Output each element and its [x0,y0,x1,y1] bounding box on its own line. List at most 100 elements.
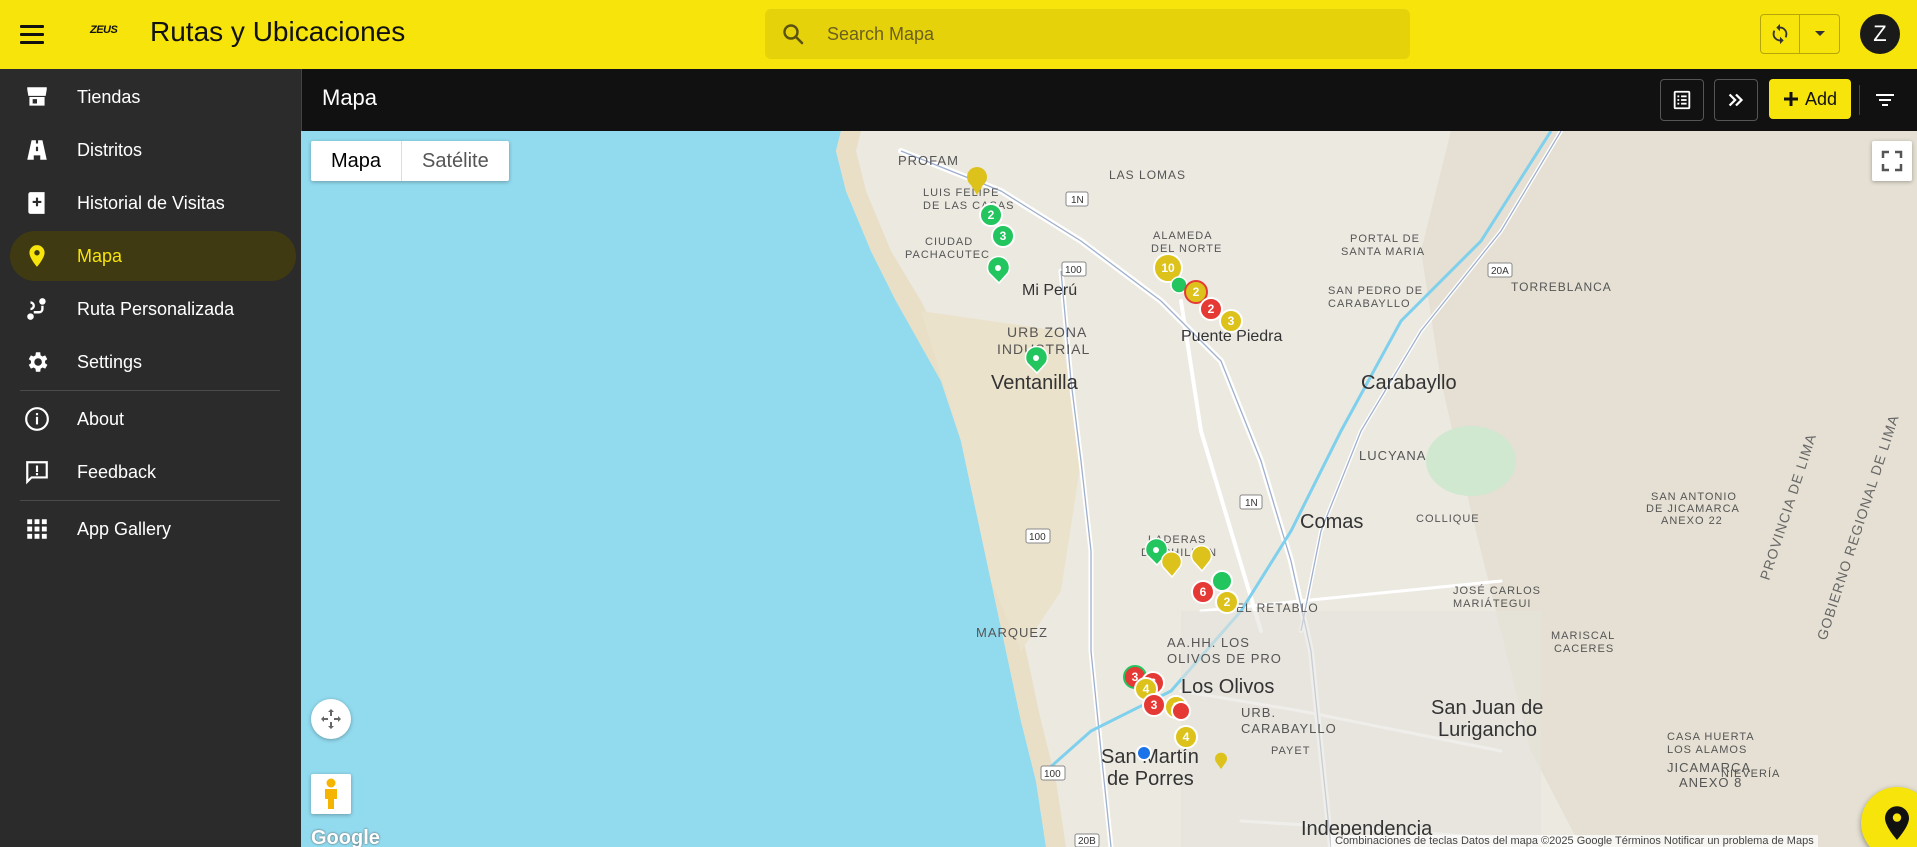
pin-dot [1153,547,1159,553]
filter-icon [1876,94,1894,106]
sidebar-item-settings[interactable]: Settings [10,337,296,387]
place-label-line: OLIVOS DE PRO [1167,651,1282,666]
cluster-marker[interactable]: 3 [1219,309,1243,333]
menu-icon[interactable] [20,20,52,48]
place-label: JICAMARCA ANEXO 8 [1667,760,1751,790]
place-label-line: DE JICAMARCA [1646,503,1740,515]
cluster-marker[interactable]: 3 [991,224,1015,248]
sidebar-item-ruta-personalizada[interactable]: Ruta Personalizada [10,284,296,334]
add-button[interactable]: Add [1769,79,1851,119]
sidebar-item-label: Ruta Personalizada [77,298,235,319]
cluster-count: 2 [988,208,995,222]
cluster-marker[interactable]: 2 [979,203,1003,227]
city-label: Comas [1300,511,1363,533]
sidebar-item-app-gallery[interactable]: App Gallery [10,504,296,554]
store-icon [27,87,47,106]
fullscreen-icon [1881,150,1903,172]
list-view-button[interactable] [1660,79,1704,121]
sidebar-item-label: Settings [77,351,143,372]
cluster-marker[interactable]: 4 [1174,725,1198,749]
map-pin-icon [29,245,45,267]
sync-icon [1772,23,1788,45]
pegman-icon [325,778,337,809]
recenter-button[interactable] [311,699,351,739]
plus-icon [1783,92,1798,106]
sidebar-divider [20,500,280,501]
cluster-marker[interactable] [1211,570,1233,592]
sidebar-item-historial[interactable]: Historial de Visitas [10,178,296,228]
map-type-option-satelite[interactable]: Satélite [402,141,509,181]
cluster-marker[interactable]: 6 [1191,580,1215,604]
fullscreen-button[interactable] [1872,141,1912,181]
cluster-marker[interactable]: 3 [1142,693,1166,717]
map-view[interactable]: PROFAM LAS LOMAS TORREBLANCA LUCYANA COL… [301,131,1917,847]
place-label: SAN PEDRO DE CARABAYLLO [1328,285,1423,310]
place-label-line: CACERES [1554,643,1614,655]
avatar[interactable]: Z [1860,14,1900,54]
place-label-line: PACHACUTEC [905,249,990,261]
cluster-count: 4 [1143,682,1150,696]
city-label: San Juan de Lurigancho [1431,697,1543,741]
place-label-line: LUIS FELIPE [923,187,999,199]
cluster-circle [1211,570,1233,592]
page-title: Mapa [322,85,378,110]
cluster-marker[interactable] [1171,701,1191,721]
road-shield-label: 100 [1065,265,1082,276]
search-input[interactable] [827,21,1387,47]
sidebar-item-label: Mapa [77,245,123,266]
place-label-line: CARABAYLLO [1328,298,1411,310]
sidebar-item-mapa[interactable]: Mapa [10,231,296,281]
sidebar-item-distritos[interactable]: Distritos [10,125,296,175]
sync-button-group [1760,14,1840,54]
pin-dot [995,265,1001,271]
map-type-option-mapa[interactable]: Mapa [311,141,403,181]
sidebar-item-about[interactable]: About [10,394,296,444]
road-shield-label: 100 [1029,532,1046,543]
place-label: MARISCAL CACERES [1551,630,1615,655]
road-shield-label: 100 [1044,769,1061,780]
cluster-marker[interactable]: 2 [1215,590,1239,614]
sidebar-item-label: Tiendas [77,86,141,107]
place-label-line: CIUDAD [925,236,973,248]
app-title: Rutas y Ubicaciones [150,16,406,47]
map-pin-icon [1885,806,1909,840]
expand-panel-button[interactable] [1714,79,1758,121]
add-button-label: Add [1804,88,1838,109]
road-shield-label: 1N [1071,195,1084,206]
sidebar-item-tiendas[interactable]: Tiendas [10,72,296,122]
cluster-count: 3 [1151,698,1158,712]
logo-text: ZEUS [90,24,118,36]
sync-dropdown-button[interactable] [1800,15,1839,53]
google-logo: Google [311,827,380,847]
place-label: TORREBLANCA [1511,280,1612,294]
place-label-line: ALAMEDA [1153,230,1213,242]
filter-button[interactable] [1874,89,1900,111]
place-label-line: MARISCAL [1551,630,1615,642]
place-label-line: ANEXO 22 [1661,515,1723,527]
sync-button[interactable] [1761,15,1801,53]
double-chevron-icon [1728,93,1744,107]
dropdown-arrow-icon [1814,31,1825,36]
place-label-line: PORTAL DE [1350,233,1420,245]
cluster-count: 2 [1224,595,1231,609]
place-label: LAS LOMAS [1109,168,1186,182]
sidebar-item-label: App Gallery [77,518,172,539]
cluster-marker[interactable]: 2 [1199,297,1223,321]
city-label: Ventanilla [991,372,1079,394]
current-location-dot[interactable] [1136,745,1152,761]
toolbar-divider [1859,85,1860,115]
city-label: Carabayllo [1361,372,1457,394]
app-header: ZEUS Rutas y Ubicaciones Z [0,0,1917,69]
city-label: Mi Perú [1022,282,1077,299]
map-attribution[interactable]: Combinaciones de teclas Datos del mapa ©… [1331,835,1818,847]
sidebar-item-feedback[interactable]: Feedback [10,447,296,497]
place-label-line: SANTA MARIA [1341,246,1425,258]
feedback-icon [26,461,48,485]
place-label-line: CASA HUERTA [1667,731,1755,743]
city-label-line: Lurigancho [1438,719,1537,741]
search-bar[interactable] [765,9,1410,59]
map-canvas[interactable]: PROFAM LAS LOMAS TORREBLANCA LUCYANA COL… [301,131,1917,847]
place-label-line: URB. [1241,705,1276,720]
cluster-count: 2 [1208,302,1215,316]
street-view-pegman[interactable] [311,774,351,814]
